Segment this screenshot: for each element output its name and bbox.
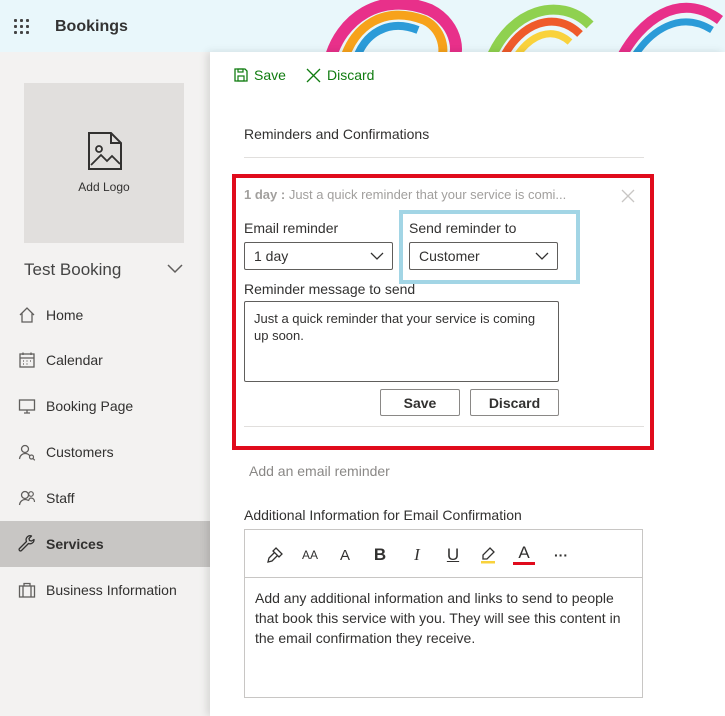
- nav-customers[interactable]: Customers: [0, 429, 210, 475]
- font-color-icon[interactable]: A: [513, 544, 535, 565]
- confirmation-label: Additional Information for Email Confirm…: [244, 507, 522, 523]
- font-grow-icon[interactable]: A: [334, 544, 356, 566]
- sidebar: Add Logo Test Booking Home Calendar Book…: [0, 52, 210, 716]
- briefcase-icon: [18, 581, 36, 599]
- nav-label: Calendar: [46, 352, 103, 368]
- home-icon: [18, 306, 36, 324]
- nav-label: Booking Page: [46, 398, 134, 414]
- toolbar-discard-label: Discard: [327, 67, 375, 83]
- business-name: Test Booking: [24, 260, 122, 279]
- add-email-reminder-link[interactable]: Add an email reminder: [249, 463, 390, 479]
- divider: [244, 157, 644, 158]
- add-logo-label: Add Logo: [78, 180, 130, 194]
- nav-business-information[interactable]: Business Information: [0, 567, 210, 613]
- app-launcher-icon[interactable]: [14, 19, 30, 35]
- calendar-icon: [18, 351, 36, 369]
- italic-icon[interactable]: I: [406, 544, 428, 566]
- add-logo-tile[interactable]: Add Logo: [24, 83, 184, 243]
- nav-label: Staff: [46, 490, 75, 506]
- nav-label: Home: [46, 307, 84, 323]
- nav-home[interactable]: Home: [0, 292, 210, 338]
- font-size-icon[interactable]: AA: [299, 544, 321, 566]
- monitor-icon: [18, 397, 36, 415]
- header-banner-art: [326, 0, 723, 52]
- toolbar-save-button[interactable]: Save: [234, 67, 286, 83]
- service-editor-panel: Save Discard Reminders and Confirmations…: [210, 52, 725, 716]
- close-icon: [306, 68, 321, 83]
- highlight-cyan-frame: [399, 210, 580, 284]
- more-icon[interactable]: ···: [550, 544, 572, 566]
- top-bar: Bookings: [0, 0, 725, 52]
- customers-icon: [18, 443, 36, 461]
- highlighter-icon[interactable]: [477, 544, 499, 566]
- rich-text-toolbar: AA A B I U A ···: [244, 529, 643, 577]
- underline-icon[interactable]: U: [442, 544, 464, 566]
- bold-icon[interactable]: B: [369, 544, 391, 566]
- nav-label: Services: [46, 536, 104, 552]
- section-title: Reminders and Confirmations: [244, 126, 430, 142]
- confirmation-editor[interactable]: Add any additional information and links…: [244, 577, 643, 698]
- toolbar-discard-button[interactable]: Discard: [306, 67, 374, 83]
- format-painter-icon[interactable]: [264, 544, 286, 566]
- nav-label: Business Information: [46, 582, 177, 598]
- chevron-down-icon[interactable]: [166, 262, 184, 274]
- wrench-icon: [18, 535, 36, 553]
- nav-booking-page[interactable]: Booking Page: [0, 383, 210, 429]
- save-icon: [234, 68, 248, 82]
- nav-services[interactable]: Services: [0, 521, 210, 567]
- panel-toolbar: Save Discard: [210, 52, 725, 98]
- app-title: Bookings: [55, 18, 128, 35]
- staff-icon: [18, 489, 36, 507]
- nav-calendar[interactable]: Calendar: [0, 337, 210, 383]
- nav-label: Customers: [46, 444, 114, 460]
- toolbar-save-label: Save: [254, 67, 286, 83]
- add-image-icon: [88, 132, 122, 170]
- nav-staff[interactable]: Staff: [0, 475, 210, 521]
